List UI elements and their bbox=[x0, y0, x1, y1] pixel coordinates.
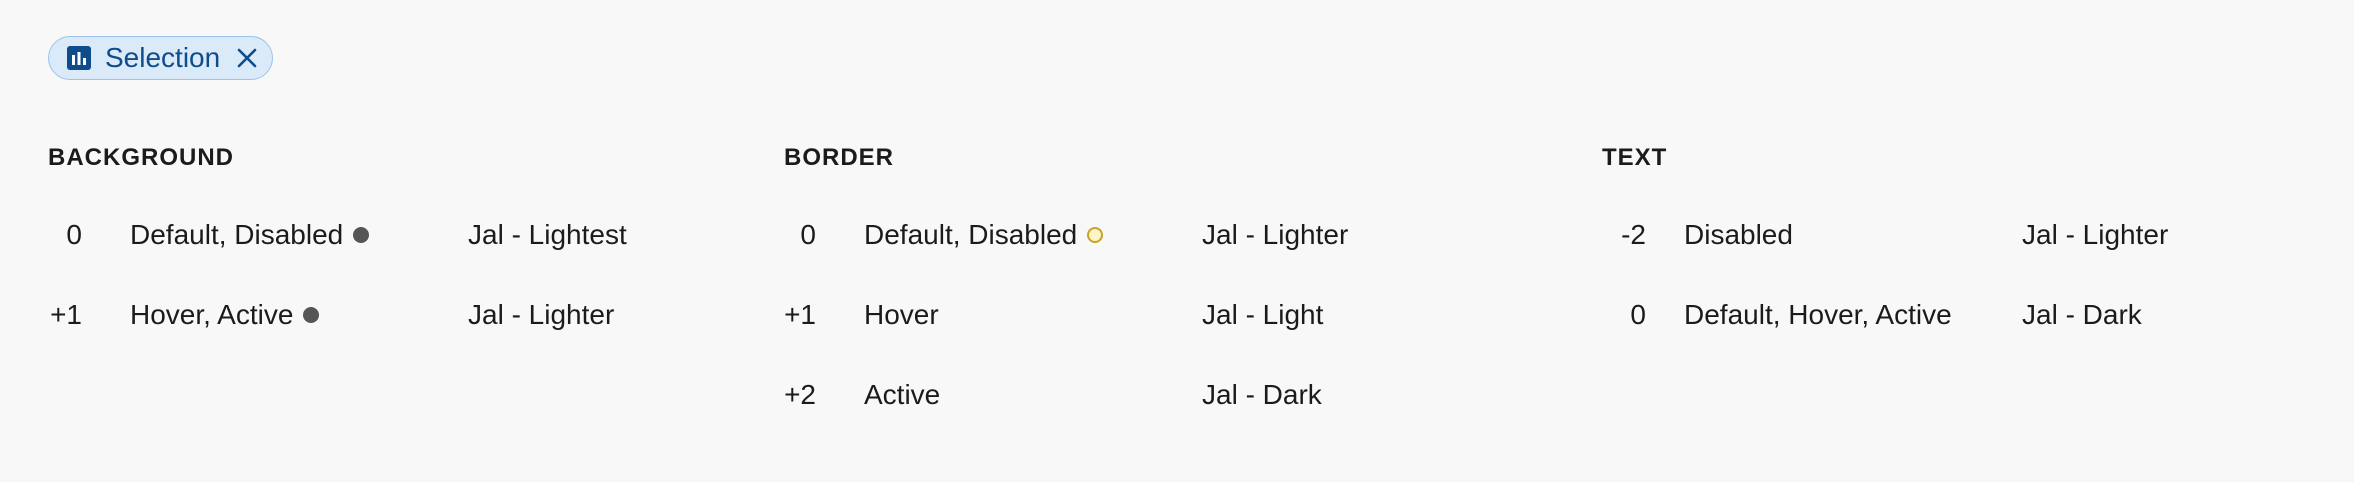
level-value: 0 bbox=[800, 219, 816, 250]
section-title-border: BORDER bbox=[784, 144, 895, 171]
level-value: 0 bbox=[1630, 299, 1646, 330]
state-label: Hover bbox=[864, 299, 939, 330]
swatch-dot bbox=[353, 226, 370, 243]
close-icon[interactable] bbox=[234, 45, 260, 71]
swatch-dot bbox=[303, 306, 320, 323]
state-text: Default, Disabled bbox=[130, 219, 344, 250]
swatch-dot bbox=[1087, 226, 1104, 243]
token-label: Jal - Lighter bbox=[468, 299, 615, 330]
section-title-text: TEXT bbox=[1602, 144, 1668, 171]
token-label: Jal - Light bbox=[1202, 299, 1324, 330]
level-value: +1 bbox=[50, 299, 82, 330]
state-label: Default, Disabled bbox=[130, 218, 370, 252]
token-label: Jal - Lighter bbox=[1202, 219, 1349, 250]
state-text: Default, Disabled bbox=[864, 219, 1078, 250]
state-text: Hover, Active bbox=[130, 299, 294, 330]
token-label: Jal - Dark bbox=[2022, 299, 2142, 330]
state-label: Default, Hover, Active bbox=[1684, 299, 1952, 330]
section-title-background: BACKGROUND bbox=[48, 144, 234, 171]
state-label: Disabled bbox=[1684, 219, 1793, 250]
selection-chip[interactable]: Selection bbox=[48, 36, 274, 80]
token-label: Jal - Lighter bbox=[2022, 219, 2169, 250]
state-label: Active bbox=[864, 379, 941, 410]
state-label: Default, Disabled bbox=[864, 218, 1104, 252]
level-value: +1 bbox=[784, 299, 816, 330]
level-value: -2 bbox=[1621, 219, 1646, 250]
bar-chart-icon bbox=[67, 46, 91, 70]
level-value: 0 bbox=[66, 219, 82, 250]
token-label: Jal - Dark bbox=[1202, 379, 1322, 410]
level-value: +2 bbox=[784, 379, 816, 410]
token-label: Jal - Lightest bbox=[468, 219, 627, 250]
state-label: Hover, Active bbox=[130, 298, 320, 332]
chip-label: Selection bbox=[105, 42, 221, 73]
